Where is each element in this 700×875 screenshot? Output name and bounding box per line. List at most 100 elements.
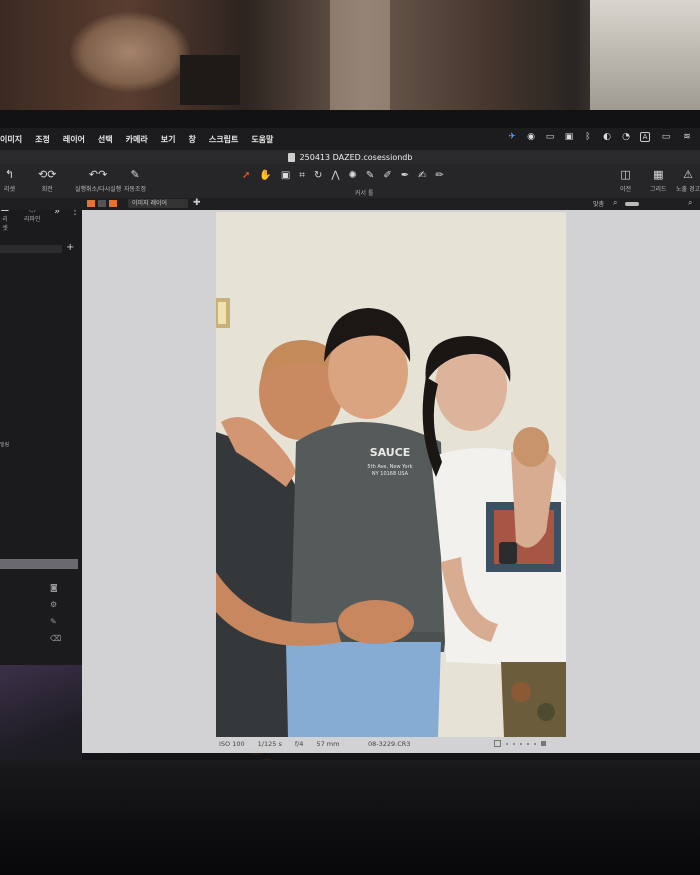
panel-slider[interactable]: [0, 559, 78, 569]
color-tag-box[interactable]: [494, 740, 501, 747]
cc-icon[interactable]: ◉: [526, 132, 536, 142]
menu-camera[interactable]: 카메라: [126, 134, 148, 145]
curtain-shape: [330, 0, 390, 118]
warning-icon: ⚠: [683, 168, 693, 181]
image-metadata-bar: ISO 100 1/125 s f/4 57 mm 08-3229.CR3: [216, 737, 566, 751]
aperture-value: f/4: [294, 740, 304, 748]
photo-preview[interactable]: SAUCE 5th Ave, New York NY 10168 USA: [216, 212, 566, 737]
undo-redo-label: 실행취소/다시실행: [75, 186, 122, 193]
reset-icon: ↰: [4, 168, 15, 181]
status-icons: ✈ ◉ ▭ ▣ ᛒ ◐ ◔ A ▭ ≋: [507, 132, 692, 142]
shutter-value: 1/125 s: [257, 740, 282, 748]
exposure-warning-label: 노출 경고: [676, 186, 700, 193]
view-mode-tabs: [87, 200, 117, 207]
before-icon: ◫: [620, 168, 631, 181]
panel-reset-label: 리셋: [2, 216, 8, 232]
rating-dot-3[interactable]: [520, 742, 522, 745]
undo-redo-tool[interactable]: ↶↷ 실행취소/다시실행: [75, 168, 121, 193]
menu-window[interactable]: 창: [188, 134, 195, 145]
background-room: [0, 0, 700, 118]
panel-refine-label: 리파인: [24, 216, 41, 223]
spot-tool-icon[interactable]: ✺: [349, 170, 357, 181]
battery-mode-icon[interactable]: ▣: [564, 132, 574, 142]
rotate-label: 회전: [41, 186, 53, 193]
display-icon[interactable]: ▭: [545, 132, 555, 142]
shirt-print-title: SAUCE: [370, 446, 411, 459]
battery-icon[interactable]: ▭: [659, 132, 673, 142]
picker-tool-icon[interactable]: ✏: [435, 170, 443, 181]
shirt-print-line1: 5th Ave, New York: [367, 464, 412, 470]
window-shape: [590, 0, 700, 118]
keystone-tool-icon[interactable]: ⋀: [331, 170, 339, 181]
gradient-tool-icon[interactable]: ✍: [418, 170, 426, 181]
rating-dot-1[interactable]: [506, 742, 508, 745]
pen-icon[interactable]: ✎: [50, 617, 61, 626]
menu-help[interactable]: 도움말: [251, 134, 273, 145]
rotate-tool[interactable]: ⟲⟳ 회전: [38, 168, 56, 193]
menu-select[interactable]: 선택: [98, 134, 113, 145]
tag-box[interactable]: [541, 741, 546, 746]
exposure-warning-tool[interactable]: ⚠ 노출 경고: [676, 168, 700, 193]
rating-dot-4[interactable]: [527, 742, 529, 745]
search-icon[interactable]: ⌕: [688, 198, 692, 208]
menu-bar: 이미지 조정 레이어 선택 카메라 보기 창 스크립트 도움말 ✈ ◉ ▭ ▣ …: [0, 128, 700, 150]
reset-label: 리셋: [4, 186, 16, 193]
panel-dropdown[interactable]: [0, 245, 62, 253]
hand-tool-icon[interactable]: ✋: [259, 170, 271, 181]
menu-view[interactable]: 보기: [161, 134, 176, 145]
crop-tool-icon[interactable]: ⌗: [299, 170, 305, 181]
before-label: 이전: [620, 186, 632, 193]
monitor-bottom-bezel: [0, 760, 700, 875]
rotate-icon: ⟲⟳: [38, 168, 57, 181]
airplane-icon[interactable]: ✈: [507, 132, 517, 142]
auto-adjust-tool[interactable]: ✎ 자동조정: [124, 168, 146, 193]
auto-adjust-icon: ✎: [130, 168, 140, 181]
grid-tool[interactable]: ▦ 그리드: [650, 168, 667, 193]
wifi-icon[interactable]: ≋: [682, 132, 692, 142]
undo-redo-icon: ↶↷: [88, 168, 108, 181]
zoom-icon[interactable]: ⌕: [613, 198, 617, 208]
bluetooth-icon[interactable]: ᛒ: [583, 132, 593, 142]
main-toolbar: ↰ 리셋 ⟲⟳ 회전 ↶↷ 실행취소/다시실행 ✎ 자동조정 ➚ ✋ ▣ ⌗ ↻…: [0, 164, 700, 198]
window-title-bar: 250413 DAZED.cosessiondb: [0, 150, 700, 164]
zoom-fit-label[interactable]: 맞춤: [593, 199, 604, 208]
view-mode-layer[interactable]: [109, 200, 117, 207]
cursor-tools-label: 커서 툴: [355, 190, 374, 197]
reset-tool[interactable]: ↰ 리셋: [4, 168, 15, 193]
pen-tool-icon[interactable]: ✒: [401, 170, 409, 181]
zoom-slider[interactable]: [625, 202, 639, 206]
clock-icon[interactable]: ◔: [621, 132, 631, 142]
menu-layer[interactable]: 레이어: [63, 134, 85, 145]
cursor-tools-group: ➚ ✋ ▣ ⌗ ↻ ⋀ ✺ ✎ ✐ ✒ ✍ ✏: [242, 170, 444, 181]
viewer-options-bar: 이미지 레이어 ✚ 맞춤 ⌕ ⌕: [0, 198, 700, 210]
shirt-print-line2: NY 10168 USA: [372, 471, 409, 477]
pointer-tool-icon[interactable]: ➚: [242, 170, 250, 181]
view-mode-single[interactable]: [87, 200, 95, 207]
camera-tool-icon[interactable]: ▣: [281, 170, 290, 181]
eraser-tool-icon[interactable]: ✐: [383, 170, 391, 181]
add-icon[interactable]: +: [66, 242, 74, 253]
window-title: 250413 DAZED.cosessiondb: [299, 152, 413, 162]
rating-controls: [494, 740, 546, 747]
rating-dot-2[interactable]: [513, 742, 515, 745]
playback-icon[interactable]: ◐: [602, 132, 612, 142]
menu-image[interactable]: 이미지: [0, 134, 22, 145]
before-tool[interactable]: ◫ 이전: [620, 168, 631, 193]
trash-icon[interactable]: ⌫: [50, 634, 61, 643]
file-name: 08-3229.CR3: [368, 740, 411, 748]
gear-icon[interactable]: ⚙: [50, 600, 61, 609]
panel-icon-column: ◙ ⚙ ✎ ⌫: [50, 583, 61, 643]
view-mode-multi[interactable]: [98, 200, 106, 207]
layer-select[interactable]: 이미지 레이어: [128, 199, 188, 208]
rating-dot-5[interactable]: [534, 742, 536, 745]
shelf-shape: [180, 55, 240, 105]
add-layer-icon[interactable]: ✚: [193, 198, 201, 208]
camera-icon[interactable]: ◙: [50, 583, 61, 592]
input-icon[interactable]: A: [640, 132, 650, 142]
brush-tool-icon[interactable]: ✎: [366, 170, 374, 181]
menu-adjust[interactable]: 조정: [35, 134, 50, 145]
document-icon: [287, 152, 295, 162]
iso-value: ISO 100: [219, 740, 245, 748]
rotate-tool-icon[interactable]: ↻: [314, 170, 322, 181]
menu-scripts[interactable]: 스크립트: [209, 134, 238, 145]
